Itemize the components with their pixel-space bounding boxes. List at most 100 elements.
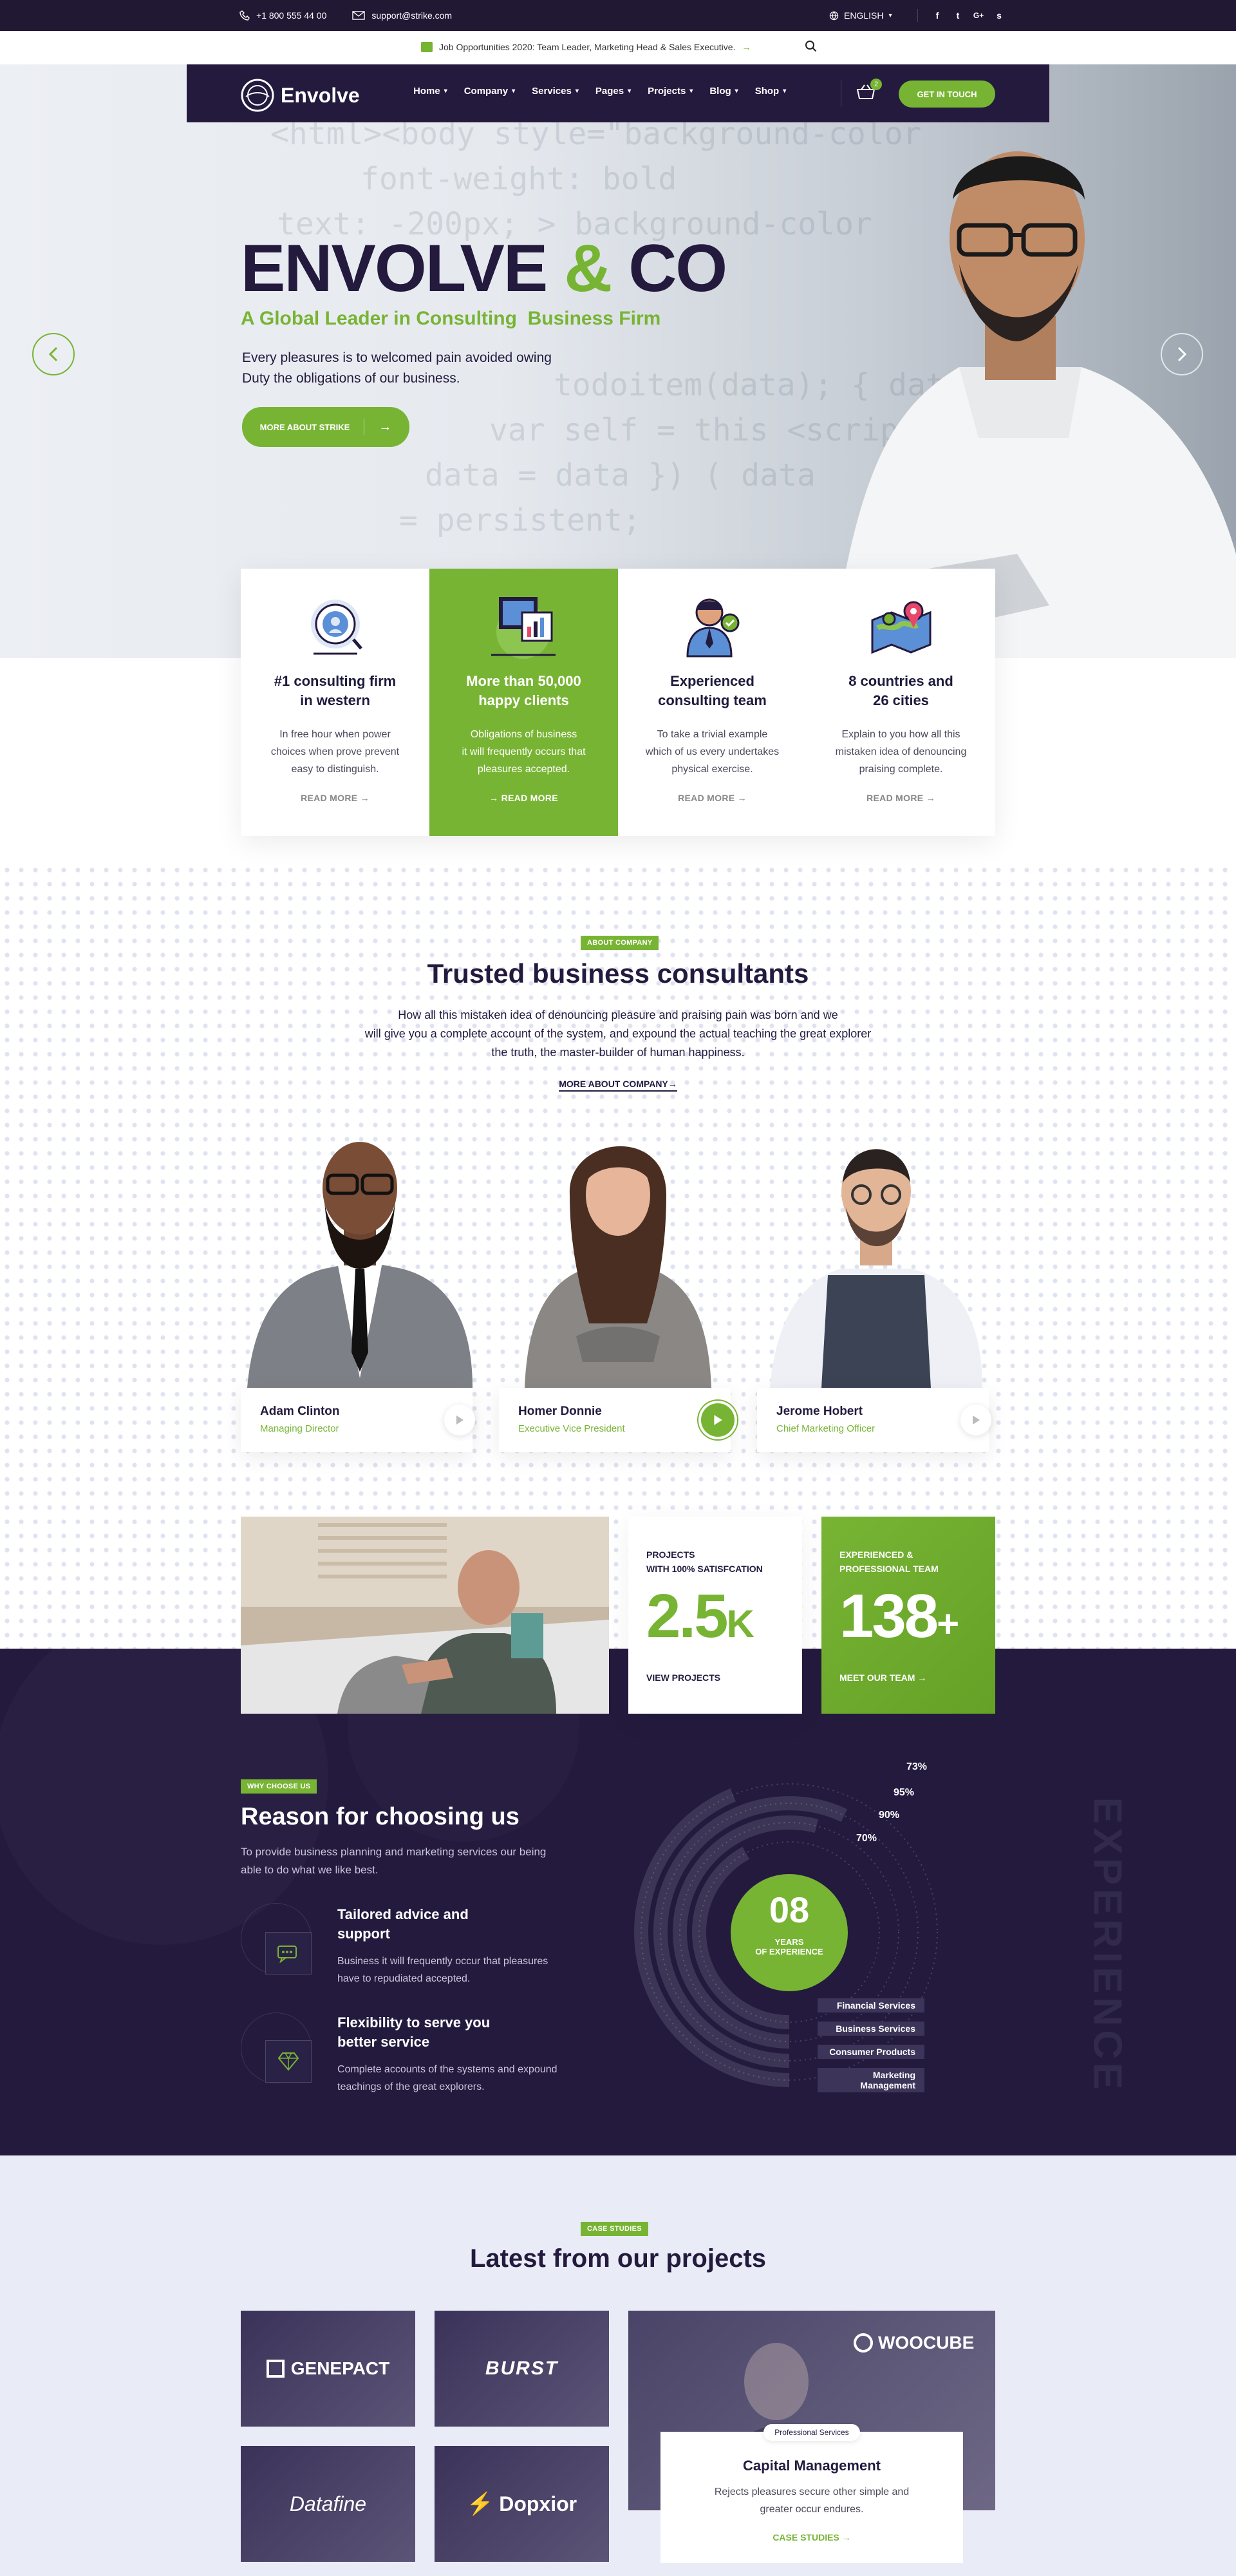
chevron-down-icon: ▾ xyxy=(444,88,447,95)
briefcase-icon xyxy=(421,42,433,52)
read-more-link[interactable]: → READ MORE xyxy=(429,793,618,803)
hero-title-ampersand: & xyxy=(564,231,612,306)
google-plus-icon[interactable]: G+ xyxy=(968,11,989,20)
play-video-button[interactable] xyxy=(444,1405,475,1435)
stat-value-number: 2.5 xyxy=(646,1582,728,1651)
chevron-down-icon: ▾ xyxy=(783,88,787,95)
arrow-right-icon: → xyxy=(379,419,392,434)
about-title: Trusted business consultants xyxy=(427,958,809,989)
reason-title-line: support xyxy=(337,1926,390,1942)
feature-text-line: physical exercise. xyxy=(671,764,753,775)
team-photo-jerome xyxy=(770,1149,982,1388)
play-icon xyxy=(973,1416,980,1425)
more-about-button[interactable]: MORE ABOUT STRIKE → xyxy=(242,407,409,447)
nav-item-blog[interactable]: Blog ▾ xyxy=(709,86,738,97)
ring-legend-item: Business Services xyxy=(818,2022,924,2036)
why-text-line: able to do what we like best. xyxy=(241,1864,379,1876)
search-icon[interactable] xyxy=(805,40,818,55)
logo[interactable]: Envolve xyxy=(239,77,360,113)
member-name: Jerome Hobert xyxy=(776,1405,863,1418)
project-tile[interactable]: Datafine xyxy=(241,2446,415,2562)
nav-item-label: Blog xyxy=(709,86,731,97)
phone-number[interactable]: +1 800 555 44 00 xyxy=(256,10,326,21)
more-about-company-link[interactable]: MORE ABOUT COMPANY→ xyxy=(0,1079,1236,1092)
nav-item-pages[interactable]: Pages ▾ xyxy=(595,86,631,97)
target-search-icon xyxy=(311,600,362,655)
more-about-label: MORE ABOUT STRIKE xyxy=(259,422,350,432)
feature-title: 8 countries and 26 cities xyxy=(807,672,995,710)
reason-text: Business it will frequently occur that p… xyxy=(337,1953,548,1987)
nav-item-shop[interactable]: Shop ▾ xyxy=(755,86,787,97)
hero-title-part-a: ENVOLVE xyxy=(241,231,548,306)
nav-item-projects[interactable]: Projects ▾ xyxy=(648,86,693,97)
phone-icon xyxy=(239,10,250,21)
language-select[interactable]: ENGLISH xyxy=(844,10,883,21)
feature-card-active[interactable]: More than 50,000 happy clients Obligation… xyxy=(429,569,618,836)
facebook-icon[interactable]: f xyxy=(927,10,948,21)
ring-legend-item: Consumer Products xyxy=(818,2045,924,2059)
play-video-button[interactable] xyxy=(960,1405,991,1435)
project-tile[interactable]: BURST xyxy=(435,2311,609,2427)
hero-text-line: Every pleasures is to welcomed pain avoi… xyxy=(242,350,552,365)
chevron-down-icon: ▾ xyxy=(628,88,632,95)
slider-prev-button[interactable] xyxy=(32,333,75,375)
view-projects-link[interactable]: VIEW PROJECTS xyxy=(646,1672,720,1683)
feature-title-line: happy clients xyxy=(478,692,569,708)
project-tile[interactable]: ⚡ Dopxior xyxy=(435,2446,609,2562)
handshake-photo xyxy=(241,1517,609,1714)
nav-item-company[interactable]: Company ▾ xyxy=(464,86,515,97)
get-in-touch-button[interactable]: GET IN TOUCH xyxy=(899,80,995,108)
reason-text-line: Business it will frequently occur that p… xyxy=(337,1956,548,1967)
skype-icon[interactable]: s xyxy=(989,10,1009,21)
meet-team-link[interactable]: MEET OUR TEAM → xyxy=(839,1672,926,1683)
read-more-link[interactable]: READ MORE → xyxy=(241,793,429,803)
team-member-card[interactable]: Adam Clinton Managing Director xyxy=(241,1388,475,1452)
nav-item-label: Home xyxy=(413,86,440,97)
experience-badge: 08 YEARS OF EXPERIENCE xyxy=(731,1874,848,1991)
project-tile[interactable]: GENEPACT xyxy=(241,2311,415,2427)
nav-item-home[interactable]: Home ▾ xyxy=(413,86,447,97)
nav-item-services[interactable]: Services ▾ xyxy=(532,86,579,97)
logo-icon xyxy=(241,79,274,112)
chevron-down-icon: ▾ xyxy=(888,12,892,19)
feature-text-line: it will frequently occurs that xyxy=(462,746,586,757)
dopxior-icon: ⚡ xyxy=(466,2492,494,2516)
nav-menu: Home ▾ Company ▾ Services ▾ Pages ▾ Projects… xyxy=(413,86,786,97)
team-member-card[interactable]: Jerome Hobert Chief Marketing Officer xyxy=(757,1388,991,1452)
diamond-icon xyxy=(265,2040,312,2083)
feature-card[interactable]: Experienced consulting team To take a tri… xyxy=(618,569,807,836)
slider-next-button[interactable] xyxy=(1161,333,1203,375)
read-more-link[interactable]: READ MORE → xyxy=(618,793,807,803)
ring-legend: Financial Services Business Services Con… xyxy=(818,1998,924,2092)
read-more-link[interactable]: READ MORE → xyxy=(807,793,995,803)
feature-text-line: which of us every undertakes xyxy=(645,746,780,757)
feature-card[interactable]: 8 countries and 26 cities Explain to you … xyxy=(807,569,995,836)
nav-item-label: Company xyxy=(464,86,509,97)
experience-number: 08 xyxy=(769,1889,810,1930)
cart-button[interactable]: 2 xyxy=(856,79,882,104)
stat-label-line: PROFESSIONAL TEAM xyxy=(839,1564,939,1574)
case-studies-link[interactable]: CASE STUDIES → xyxy=(660,2532,963,2543)
twitter-icon[interactable]: t xyxy=(948,10,968,21)
code-background-line: font-weight: bold xyxy=(360,161,677,197)
hero-title: ENVOLVE & CO xyxy=(241,231,727,306)
team-member-card[interactable]: Homer Donnie Executive Vice President xyxy=(499,1388,737,1452)
feature-card[interactable]: #1 consulting firm in western In free hou… xyxy=(241,569,429,836)
nav-item-label: Services xyxy=(532,86,572,97)
featured-text: Rejects pleasures secure other simple an… xyxy=(660,2483,963,2518)
ring-percent: 95% xyxy=(894,1787,915,1798)
nav-item-label: Projects xyxy=(648,86,686,97)
genepact-icon xyxy=(266,2360,285,2378)
about-text-line: How all this mistaken idea of denouncing… xyxy=(398,1009,838,1021)
announcement-text[interactable]: Job Opportunities 2020: Team Leader, Mar… xyxy=(439,42,735,52)
team-photo-homer xyxy=(525,1146,711,1388)
ring-percent: 73% xyxy=(906,1761,928,1772)
projects-section: CASE STUDIES Latest from our projects GE… xyxy=(0,2155,1236,2576)
why-description: To provide business planning and marketi… xyxy=(241,1843,546,1879)
arrow-right-icon[interactable]: → xyxy=(742,42,751,52)
play-video-button[interactable] xyxy=(698,1401,737,1439)
featured-project-card[interactable]: Professional Services Capital Management… xyxy=(660,2424,963,2563)
stat-label-line: EXPERIENCED & xyxy=(839,1549,913,1560)
feature-text-line: mistaken idea of denouncing xyxy=(835,746,967,757)
email-link[interactable]: support@strike.com xyxy=(371,10,452,21)
